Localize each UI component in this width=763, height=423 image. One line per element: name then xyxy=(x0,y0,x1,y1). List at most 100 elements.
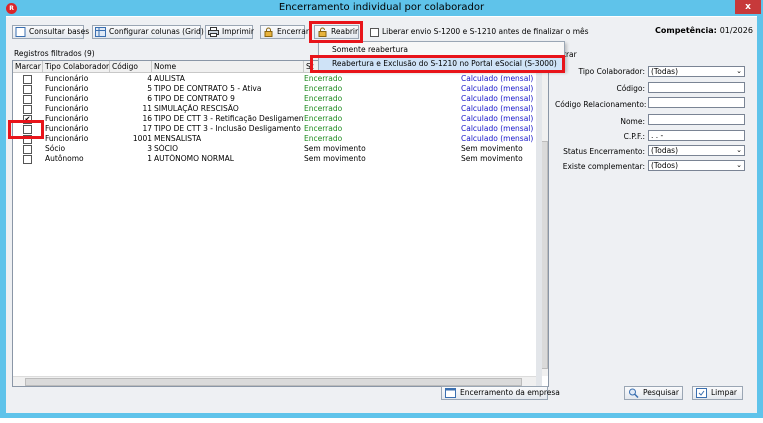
cell-status: Sem movimento xyxy=(304,144,366,153)
tipo-colaborador-value: (Todas) xyxy=(651,67,679,76)
cell-codigo: 4 xyxy=(147,74,152,83)
cell-tipo: Funcionário xyxy=(45,74,89,83)
table-row[interactable]: Funcionário 6 TIPO DE CONTRATO 9 Encerrado C… xyxy=(13,94,533,104)
row-checkbox[interactable] xyxy=(23,74,32,84)
encerramento-empresa-label: Encerramento da empresa xyxy=(460,388,560,397)
highlight-reabertura-exclusao xyxy=(310,55,565,73)
cell-status: Encerrado xyxy=(304,114,343,123)
pesquisar-button[interactable]: Pesquisar xyxy=(624,386,683,400)
highlight-checked-row xyxy=(8,120,44,139)
consultar-bases-label: Consultar bases xyxy=(29,27,90,36)
cell-calculo: Calculado (mensal) xyxy=(461,104,534,113)
cell-status: Encerrado xyxy=(304,124,343,133)
grid-icon xyxy=(95,27,106,37)
cell-nome: TIPO DE CONTRATO 5 - Ativa xyxy=(154,84,262,93)
pesquisar-label: Pesquisar xyxy=(643,388,679,397)
cell-nome: AUTÔNOMO NORMAL xyxy=(154,154,234,163)
table-row[interactable]: Sócio 3 SÓCIO Sem movimento Sem movimento xyxy=(13,144,533,154)
cell-tipo: Autônomo xyxy=(45,154,84,163)
cell-codigo: 17 xyxy=(142,124,152,133)
cell-status: Encerrado xyxy=(304,84,343,93)
status-encerramento-select[interactable]: (Todas) ⌄ xyxy=(648,145,745,156)
table-row[interactable]: Funcionário 11 SIMULAÇÃO RESCISÃO Encerrado… xyxy=(13,104,533,114)
panel-splitter[interactable] xyxy=(536,60,542,387)
cell-calculo: Sem movimento xyxy=(461,144,523,153)
document-icon xyxy=(15,27,26,37)
cell-status: Sem movimento xyxy=(304,154,366,163)
registros-count: Registros filtrados (9) xyxy=(14,49,95,58)
col-marcar[interactable]: Marcar xyxy=(13,61,43,73)
table-row[interactable]: Funcionário 5 TIPO DE CONTRATO 5 - Ativa En… xyxy=(13,84,533,94)
cpf-input[interactable]: . . - xyxy=(648,130,745,141)
col-codigo[interactable]: Código xyxy=(110,61,152,73)
configurar-colunas-button[interactable]: Configurar colunas (Grid) xyxy=(92,25,204,39)
cell-status: Encerrado xyxy=(304,134,343,143)
horizontal-scrollbar[interactable] xyxy=(13,376,536,386)
status-encerramento-label: Status Encerramento: xyxy=(563,147,645,156)
cell-tipo: Funcionário xyxy=(45,84,89,93)
codigo-relacionamento-input[interactable] xyxy=(648,97,745,108)
cell-nome: AULISTA xyxy=(154,74,185,83)
table-row[interactable]: ✔ Funcionário 16 TIPO DE CTT 3 - Retificaçã… xyxy=(13,114,533,124)
tipo-colaborador-select[interactable]: (Todas) ⌄ xyxy=(648,66,745,77)
status-encerramento-value: (Todas) xyxy=(651,146,679,155)
cell-nome: SÓCIO xyxy=(154,144,179,153)
chevron-down-icon: ⌄ xyxy=(736,146,742,154)
row-checkbox[interactable] xyxy=(23,154,32,164)
competencia-value: 01/2026 xyxy=(719,26,753,35)
cpf-label: C.P.F.: xyxy=(623,132,645,141)
encerramento-empresa-button[interactable]: Encerramento da empresa xyxy=(441,386,560,400)
row-checkbox[interactable] xyxy=(23,84,32,94)
table-row[interactable]: Funcionário 17 TIPO DE CTT 3 - Inclusão De… xyxy=(13,124,533,134)
cell-calculo: Calculado (mensal) xyxy=(461,94,534,103)
cell-status: Encerrado xyxy=(304,74,343,83)
row-checkbox[interactable] xyxy=(23,94,32,104)
highlight-reabrir xyxy=(309,21,363,43)
cell-nome: TIPO DE CTT 3 - Inclusão Desligamento xyxy=(154,124,301,133)
encerrar-button[interactable]: Encerrar xyxy=(260,25,309,39)
cell-calculo: Sem movimento xyxy=(461,154,523,163)
cell-tipo: Funcionário xyxy=(45,104,89,113)
existe-complementar-select[interactable]: (Todos) ⌄ xyxy=(648,160,745,171)
competencia-display: Competência: 01/2026 xyxy=(655,26,753,35)
limpar-label: Limpar xyxy=(711,388,738,397)
cell-tipo: Funcionário xyxy=(45,124,89,133)
window-border-bottom xyxy=(6,413,757,418)
search-icon xyxy=(629,388,639,398)
table-row[interactable]: Funcionário 4 AULISTA Encerrado Calculado (m… xyxy=(13,74,533,84)
col-tipo[interactable]: Tipo Colaborador xyxy=(43,61,110,73)
window-icon xyxy=(445,388,456,398)
cell-status: Encerrado xyxy=(304,104,343,113)
encerrar-label: Encerrar xyxy=(277,27,309,36)
consultar-bases-button[interactable]: Consultar bases xyxy=(12,25,89,39)
limpar-button[interactable]: Limpar xyxy=(692,386,743,400)
cell-codigo: 6 xyxy=(147,94,152,103)
window-title: Encerramento individual por colaborador xyxy=(278,2,485,13)
cell-tipo: Funcionário xyxy=(45,94,89,103)
cell-calculo: Calculado (mensal) xyxy=(461,84,534,93)
cell-calculo: Calculado (mensal) xyxy=(461,114,534,123)
cell-calculo: Calculado (mensal) xyxy=(461,134,534,143)
chevron-down-icon: ⌄ xyxy=(736,161,742,169)
table-row[interactable]: Funcionário 1001 MENSALISTA Encerrado Calcul… xyxy=(13,134,533,144)
printer-icon xyxy=(208,27,219,37)
liberar-envio-checkbox[interactable] xyxy=(370,28,379,37)
cell-codigo: 1 xyxy=(147,154,152,163)
row-checkbox[interactable] xyxy=(23,104,32,114)
close-button[interactable]: x xyxy=(735,0,761,14)
cell-tipo: Funcionário xyxy=(45,114,89,123)
title-bar[interactable]: R Encerramento individual por colaborado… xyxy=(0,0,763,16)
col-nome[interactable]: Nome xyxy=(152,61,304,73)
nome-input[interactable] xyxy=(648,114,745,125)
table-row[interactable]: Autônomo 1 AUTÔNOMO NORMAL Sem movimento Sem… xyxy=(13,154,533,164)
row-checkbox[interactable] xyxy=(23,144,32,154)
cpf-mask: . . - xyxy=(651,131,664,140)
cell-nome: TIPO DE CTT 3 - Retificação Desligamento xyxy=(154,114,304,123)
cell-tipo: Funcionário xyxy=(45,134,89,143)
lock-icon xyxy=(264,27,273,37)
existe-complementar-label: Existe complementar: xyxy=(562,162,645,171)
horizontal-scroll-thumb[interactable] xyxy=(25,378,522,386)
imprimir-button[interactable]: Imprimir xyxy=(205,25,254,39)
cell-status: Encerrado xyxy=(304,94,343,103)
codigo-input[interactable] xyxy=(648,82,745,93)
